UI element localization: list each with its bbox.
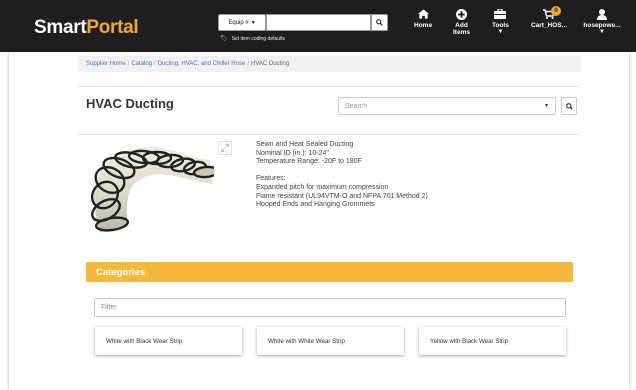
nav-home[interactable]: Home [414,8,432,48]
set-item-coding-defaults-link[interactable]: 🏷 Set item coding defaults [220,35,285,43]
product-search-input[interactable]: Search ▼ [338,97,556,115]
smartportal-logo[interactable]: SmartPortal [34,17,139,39]
category-card[interactable]: White with White Wear Strip [257,327,404,355]
product-search-button[interactable] [561,97,577,115]
plus-circle-icon [455,8,467,20]
breadcrumb: Supplier Home / Catalog / Ducting, HVAC,… [78,56,581,72]
breadcrumb-catalog[interactable]: Catalog [131,61,152,67]
header-search-button[interactable] [371,14,388,31]
briefcase-icon [494,8,507,20]
expand-image-button[interactable] [218,141,232,155]
category-filter-input[interactable]: Filter [94,298,566,317]
equip-dropdown[interactable]: Equip # ▼ [218,14,266,31]
nav-cart[interactable]: 0 Cart_HOS... [526,6,572,48]
page-title: HVAC Ducting [86,96,174,111]
search-icon [565,102,573,110]
breadcrumb-supplier-home[interactable]: Supplier Home [86,61,126,67]
header-search: Equip # ▼ 🏷 Set item coding defaults [218,14,388,44]
breadcrumb-ducting-category[interactable]: Ducting, HVAC, and Chiller Hose [158,61,246,67]
categories-header: Categories [86,262,573,282]
header-search-input[interactable] [266,14,371,31]
expand-icon [221,144,229,152]
breadcrumb-current: HVAC Ducting [250,61,290,67]
category-card[interactable]: White with Black Wear Strip [95,327,242,355]
chevron-down-icon: ▼ [599,29,605,35]
tag-icon: 🏷 [220,36,228,42]
search-icon [376,19,383,26]
nav-tools[interactable]: Tools ▼ [492,8,509,48]
nav-add-items[interactable]: Add Items [453,8,470,48]
cart-icon: 0 [543,6,561,20]
cart-count-badge: 0 [551,6,561,16]
user-icon [597,8,607,20]
category-card[interactable]: Yellow with Black Wear Strip [419,327,566,355]
product-image-duct[interactable] [88,140,214,236]
product-description: Sewn and Heat Sealed Ducting Nominal ID … [256,141,428,209]
divider [78,134,581,135]
home-icon [417,8,429,20]
divider [78,86,581,87]
nav-user-menu[interactable]: hosepowe... ▼ [576,8,628,48]
chevron-down-icon[interactable]: ▼ [544,103,549,109]
chevron-down-icon: ▼ [497,29,504,35]
top-nav-bar: SmartPortal Equip # ▼ 🏷 Set item coding d… [0,0,636,52]
